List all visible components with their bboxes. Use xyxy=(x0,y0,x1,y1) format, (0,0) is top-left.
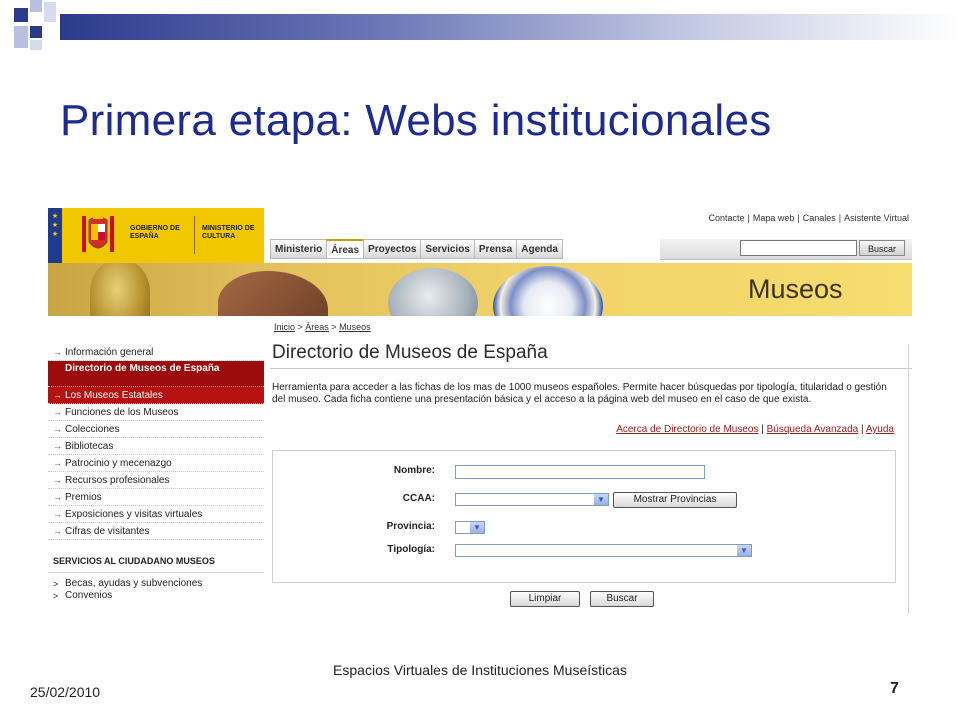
top-links: Contacte | Mapa web | Canales | Asistente Virt… xyxy=(706,213,913,223)
top-link-asistente[interactable]: Asistente Virtual xyxy=(841,213,912,223)
chevron-right-icon: > xyxy=(53,579,59,589)
nombre-input[interactable] xyxy=(455,465,705,479)
provincia-label: Provincia: xyxy=(386,521,435,532)
arrow-right-icon: → xyxy=(53,390,62,400)
ccaa-select[interactable]: ▼ xyxy=(455,493,609,506)
help-links: Acerca de Directorio de Museos | Búsqued… xyxy=(616,424,894,435)
banner-textile-image xyxy=(218,271,328,316)
coat-of-arms-icon xyxy=(82,215,114,252)
breadcrumb-inicio[interactable]: Inicio xyxy=(274,322,295,332)
chevron-down-icon: ▼ xyxy=(737,545,751,556)
link-busqueda-avanzada[interactable]: Búsqueda Avanzada xyxy=(767,424,859,435)
site-search-button[interactable]: Buscar xyxy=(859,240,905,256)
logo-divider xyxy=(194,216,195,254)
nombre-label: Nombre: xyxy=(393,465,435,476)
limpiar-button[interactable]: Limpiar xyxy=(510,591,580,607)
slide-header-bar xyxy=(60,14,960,40)
sidebar-item-informacion-general[interactable]: → Información general xyxy=(48,344,264,361)
page-title: Directorio de Museos de España xyxy=(272,342,548,363)
footer-date: 25/02/2010 xyxy=(30,684,101,700)
gobierno-label: GOBIERNO DE ESPAÑA xyxy=(130,225,180,240)
sidebar-subitem-convenios[interactable]: > Convenios xyxy=(48,590,264,602)
banner-vase-image xyxy=(388,268,478,316)
chevron-down-icon: ▼ xyxy=(594,494,608,505)
slide-deco-square-5 xyxy=(30,26,42,38)
chevron-down-icon: ▼ xyxy=(470,522,484,533)
sidebar-item-patrocinio[interactable]: → Patrocinio y mecenazgo xyxy=(48,455,264,472)
arrow-right-icon: → xyxy=(53,526,62,536)
provincia-select[interactable]: ▼ xyxy=(455,521,485,534)
sidebar-item-bibliotecas[interactable]: → Bibliotecas xyxy=(48,438,264,455)
nav-tab-ministerio[interactable]: Ministerio xyxy=(270,239,327,259)
heading-divider xyxy=(270,368,912,369)
sidebar-item-premios[interactable]: → Premios xyxy=(48,489,264,506)
breadcrumb-museos[interactable]: Museos xyxy=(339,322,371,332)
tipologia-select[interactable]: ▼ xyxy=(455,544,752,557)
top-link-contacte[interactable]: Contacte xyxy=(706,213,748,223)
page-description: Herramienta para acceder a las fichas de… xyxy=(272,382,887,405)
nav-tab-servicios[interactable]: Servicios xyxy=(420,239,474,259)
arrow-right-icon: → xyxy=(53,407,62,417)
slide-deco-square-3 xyxy=(44,2,56,22)
buscar-button[interactable]: Buscar xyxy=(590,591,654,607)
sidebar-section-title: SERVICIOS AL CIUDADANO MUSEOS xyxy=(48,544,264,573)
nav-tab-prensa[interactable]: Prensa xyxy=(473,239,517,259)
breadcrumb-areas[interactable]: Áreas xyxy=(305,322,329,332)
chevron-right-icon: > xyxy=(53,591,59,601)
nav-tab-areas[interactable]: Áreas xyxy=(326,239,364,259)
arrow-right-icon: → xyxy=(53,458,62,468)
mostrar-provincias-button[interactable]: Mostrar Provincias xyxy=(613,492,737,508)
sidebar-item-directorio[interactable]: Directorio de Museos de España xyxy=(48,361,264,387)
website-screenshot: ★ ★ ★ GOBIERNO DE ESPAÑA MINISTERIO DE CUL… xyxy=(48,208,912,614)
arrow-right-icon: → xyxy=(53,424,62,434)
sidebar-item-museos-estatales[interactable]: → Los Museos Estatales xyxy=(48,387,264,404)
page-number: 7 xyxy=(890,680,899,697)
nav-tab-agenda[interactable]: Agenda xyxy=(516,239,563,259)
sidebar-item-recursos[interactable]: → Recursos profesionales xyxy=(48,472,264,489)
link-ayuda[interactable]: Ayuda xyxy=(866,424,894,435)
slide-deco-square-4 xyxy=(14,26,28,48)
arrow-right-icon: → xyxy=(53,347,62,357)
sidebar-item-cifras[interactable]: → Cifras de visitantes xyxy=(48,523,264,540)
arrow-right-icon: → xyxy=(53,441,62,451)
slide-deco-square-2 xyxy=(30,0,42,12)
top-link-mapa-web[interactable]: Mapa web xyxy=(750,213,798,223)
ccaa-label: CCAA: xyxy=(402,493,435,504)
arrow-right-icon: → xyxy=(53,509,62,519)
search-form: Nombre: CCAA: ▼ Mostrar Provincias Provi… xyxy=(272,450,896,583)
slide-deco-square-1 xyxy=(14,8,28,22)
breadcrumb: Inicio > Áreas > Museos xyxy=(274,322,371,332)
eu-flag-icon: ★ ★ ★ xyxy=(48,208,62,263)
sidebar-item-funciones[interactable]: → Funciones de los Museos xyxy=(48,404,264,421)
top-link-canales[interactable]: Canales xyxy=(800,213,839,223)
sidebar-item-colecciones[interactable]: → Colecciones xyxy=(48,421,264,438)
sidebar-subitem-becas[interactable]: > Becas, ayudas y subvenciones xyxy=(48,578,264,590)
banner-plate-image xyxy=(493,266,603,316)
arrow-right-icon: → xyxy=(53,492,62,502)
tipologia-label: Tipología: xyxy=(387,544,435,555)
slide-deco-square-6 xyxy=(30,40,42,50)
ministerio-label: MINISTERIO DE CULTURA xyxy=(202,225,255,240)
slide-title: Primera etapa: Webs institucionales xyxy=(60,96,772,145)
sidebar-item-exposiciones[interactable]: → Exposiciones y visitas virtuales xyxy=(48,506,264,523)
content-right-border xyxy=(908,344,909,614)
sidebar: → Información general Directorio de Museo… xyxy=(48,344,264,602)
site-search-input[interactable] xyxy=(740,240,857,256)
banner-title: Museos xyxy=(748,274,843,304)
main-nav: Ministerio Áreas Proyectos Servicios Pre… xyxy=(270,239,563,259)
link-acerca[interactable]: Acerca de Directorio de Museos xyxy=(616,424,758,435)
footer-title: Espacios Virtuales de Instituciones Muse… xyxy=(333,662,627,678)
gov-logo[interactable]: ★ ★ ★ GOBIERNO DE ESPAÑA MINISTERIO DE CUL… xyxy=(48,208,264,263)
arrow-right-icon: → xyxy=(53,475,62,485)
nav-tab-proyectos[interactable]: Proyectos xyxy=(363,239,421,259)
banner-statue-image xyxy=(90,263,150,316)
